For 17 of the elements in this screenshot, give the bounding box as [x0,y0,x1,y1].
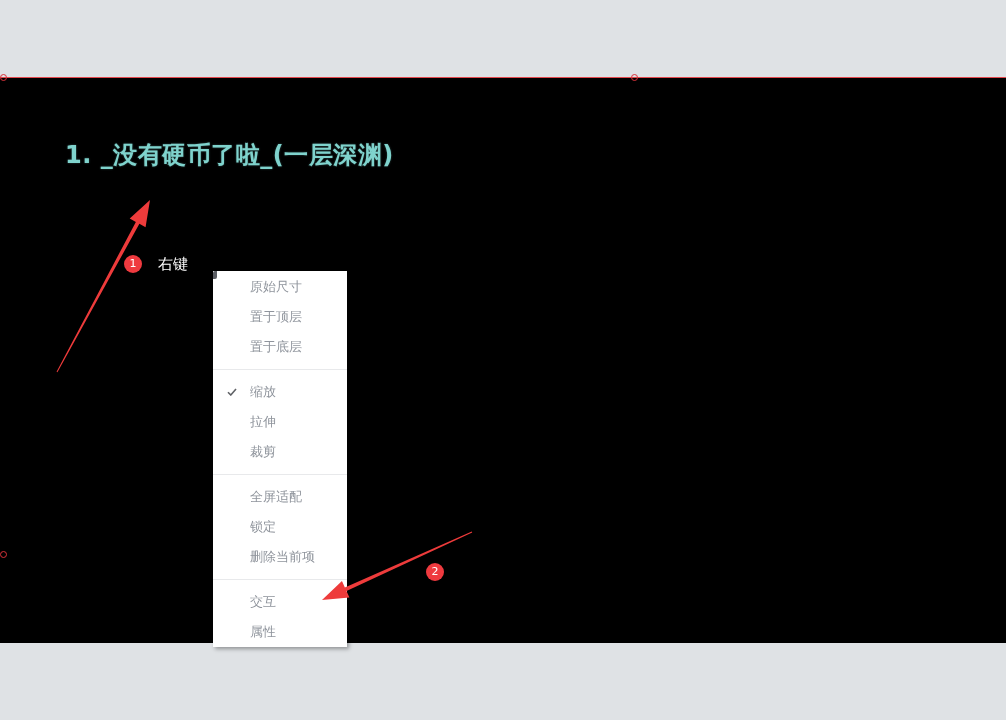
menu-item[interactable]: 原始尺寸 [213,272,347,302]
corner-mark-icon [213,271,217,279]
menu-item[interactable]: 拉伸 [213,407,347,437]
check-icon [227,388,237,396]
menu-item[interactable]: 全屏适配 [213,482,347,512]
menu-item[interactable]: 裁剪 [213,437,347,467]
step-number-badge: 2 [426,563,444,581]
annotation-label: 右键 [158,255,188,273]
menu-item[interactable]: 锁定 [213,512,347,542]
menu-item[interactable]: 缩放 [213,377,347,407]
step-number-badge: 1 [124,255,142,273]
canvas-title: 1. _没有硬币了啦_(一层深渊) [65,140,394,170]
menu-item[interactable]: 属性 [213,617,347,647]
menu-item[interactable]: 置于顶层 [213,302,347,332]
menu-item[interactable]: 交互 [213,587,347,617]
menu-item[interactable]: 置于底层 [213,332,347,362]
menu-item[interactable]: 删除当前项 [213,542,347,572]
